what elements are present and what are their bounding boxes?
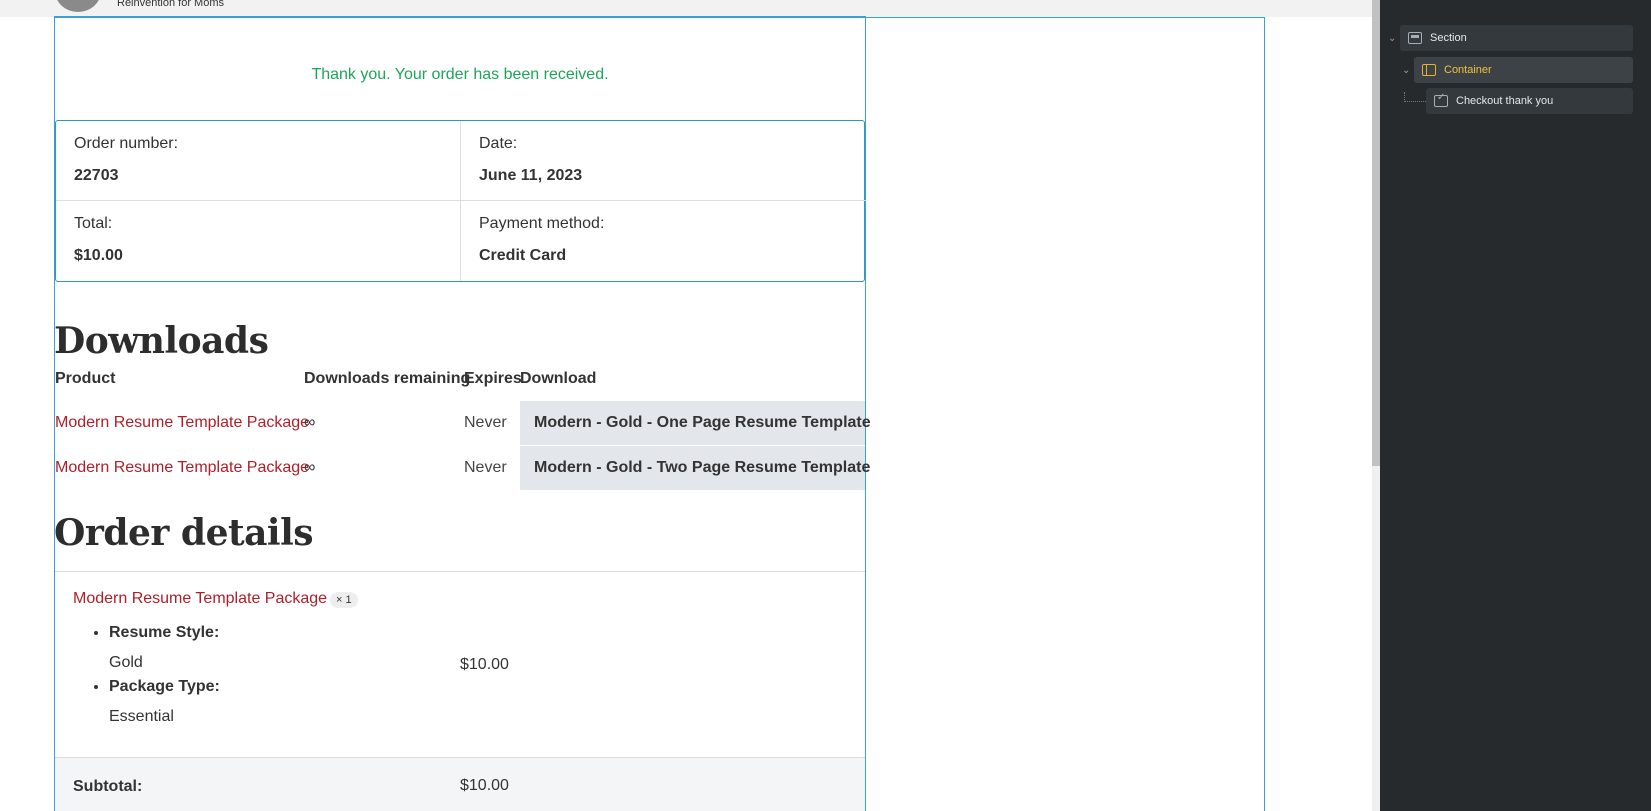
canvas-scrollbar-thumb[interactable]: [1372, 0, 1380, 466]
navigator-item-label: Section: [1430, 32, 1467, 44]
order-number-label: Order number:: [74, 135, 179, 152]
order-date-value: June 11, 2023: [479, 167, 583, 184]
item-meta-list: Resume Style: Gold Package Type: Essenti…: [109, 622, 220, 725]
order-date-label: Date:: [479, 135, 518, 152]
order-number-cell: Order number: 22703: [56, 121, 461, 201]
column-header-remaining: Downloads remaining: [304, 370, 471, 387]
navigator-item-section[interactable]: ⌄ Section: [1388, 25, 1633, 51]
payment-method-label: Payment method:: [479, 215, 605, 232]
download-button[interactable]: Modern - Gold - Two Page Resume Template: [520, 446, 870, 490]
meta-key: Package Type:: [109, 678, 220, 695]
subtotal-row: Subtotal: $10.00: [55, 757, 865, 811]
list-item: Resume Style: Gold: [109, 622, 220, 671]
column-header-product: Product: [55, 370, 116, 387]
downloads-remaining: ∞: [304, 459, 316, 476]
tree-connector-line: [1404, 92, 1426, 102]
order-total-value: $10.00: [74, 247, 123, 264]
expires-value: Never: [464, 414, 507, 431]
download-button[interactable]: Modern - Gold - One Page Resume Template: [520, 401, 871, 445]
order-overview: Order number: 22703 Date: June 11, 2023 …: [55, 120, 866, 282]
column-header-download: Download: [520, 370, 597, 387]
order-total-label: Total:: [74, 215, 113, 232]
subtotal-value: $10.00: [460, 777, 509, 794]
downloads-remaining: ∞: [304, 414, 316, 431]
column-header-expires: Expires: [464, 370, 522, 387]
chevron-down-icon[interactable]: ⌄: [1388, 33, 1396, 44]
quantity-badge: × 1: [330, 592, 358, 608]
product-link[interactable]: Modern Resume Template Package: [55, 414, 309, 432]
site-logo[interactable]: [55, 0, 101, 12]
payment-method-value: Credit Card: [479, 247, 567, 264]
navigator-item-label: Container: [1444, 64, 1492, 76]
order-date-cell: Date: June 11, 2023: [461, 121, 866, 201]
container-icon: [1422, 64, 1436, 76]
order-total-cell: Total: $10.00: [56, 201, 461, 281]
payment-method-cell: Payment method: Credit Card: [461, 201, 866, 281]
subtotal-label: Subtotal:: [73, 778, 143, 795]
downloads-table: Product Downloads remaining Expires Down…: [55, 370, 871, 490]
chevron-down-icon[interactable]: ⌄: [1402, 65, 1410, 76]
navigator-item-container[interactable]: ⌄ Container: [1402, 57, 1633, 83]
order-number-value: 22703: [74, 167, 119, 184]
navigator-item-checkout-thank-you[interactable]: Checkout thank you: [1426, 88, 1633, 114]
meta-value: Gold: [109, 654, 143, 671]
navigator-panel: ⌄ Section ⌄ Container Checkout thank you: [1380, 0, 1651, 811]
downloads-table-header: Product Downloads remaining Expires Down…: [55, 370, 865, 392]
table-row: Modern Resume Template Package ∞ Never M…: [55, 445, 870, 490]
thank-you-notice: Thank you. Your order has been received.: [311, 66, 609, 83]
site-header: Reinvention for Moms: [0, 0, 1380, 17]
downloads-heading: Downloads: [54, 320, 269, 362]
order-item-link[interactable]: Modern Resume Template Package: [73, 590, 327, 608]
navigator-item-label: Checkout thank you: [1456, 95, 1554, 107]
order-details-table: Modern Resume Template Package × 1 Resum…: [55, 571, 865, 811]
section-icon: [1408, 32, 1422, 44]
meta-key: Resume Style:: [109, 624, 220, 641]
expires-value: Never: [464, 459, 507, 476]
table-row: Modern Resume Template Package ∞ Never M…: [55, 400, 871, 445]
product-link[interactable]: Modern Resume Template Package: [55, 459, 309, 477]
meta-value: Essential: [109, 708, 174, 725]
site-tagline: Reinvention for Moms: [117, 0, 224, 9]
list-item: Package Type: Essential: [109, 676, 220, 725]
checkbox-widget-icon: [1434, 92, 1448, 107]
order-details-heading: Order details: [54, 512, 314, 554]
item-price: $10.00: [460, 656, 509, 673]
